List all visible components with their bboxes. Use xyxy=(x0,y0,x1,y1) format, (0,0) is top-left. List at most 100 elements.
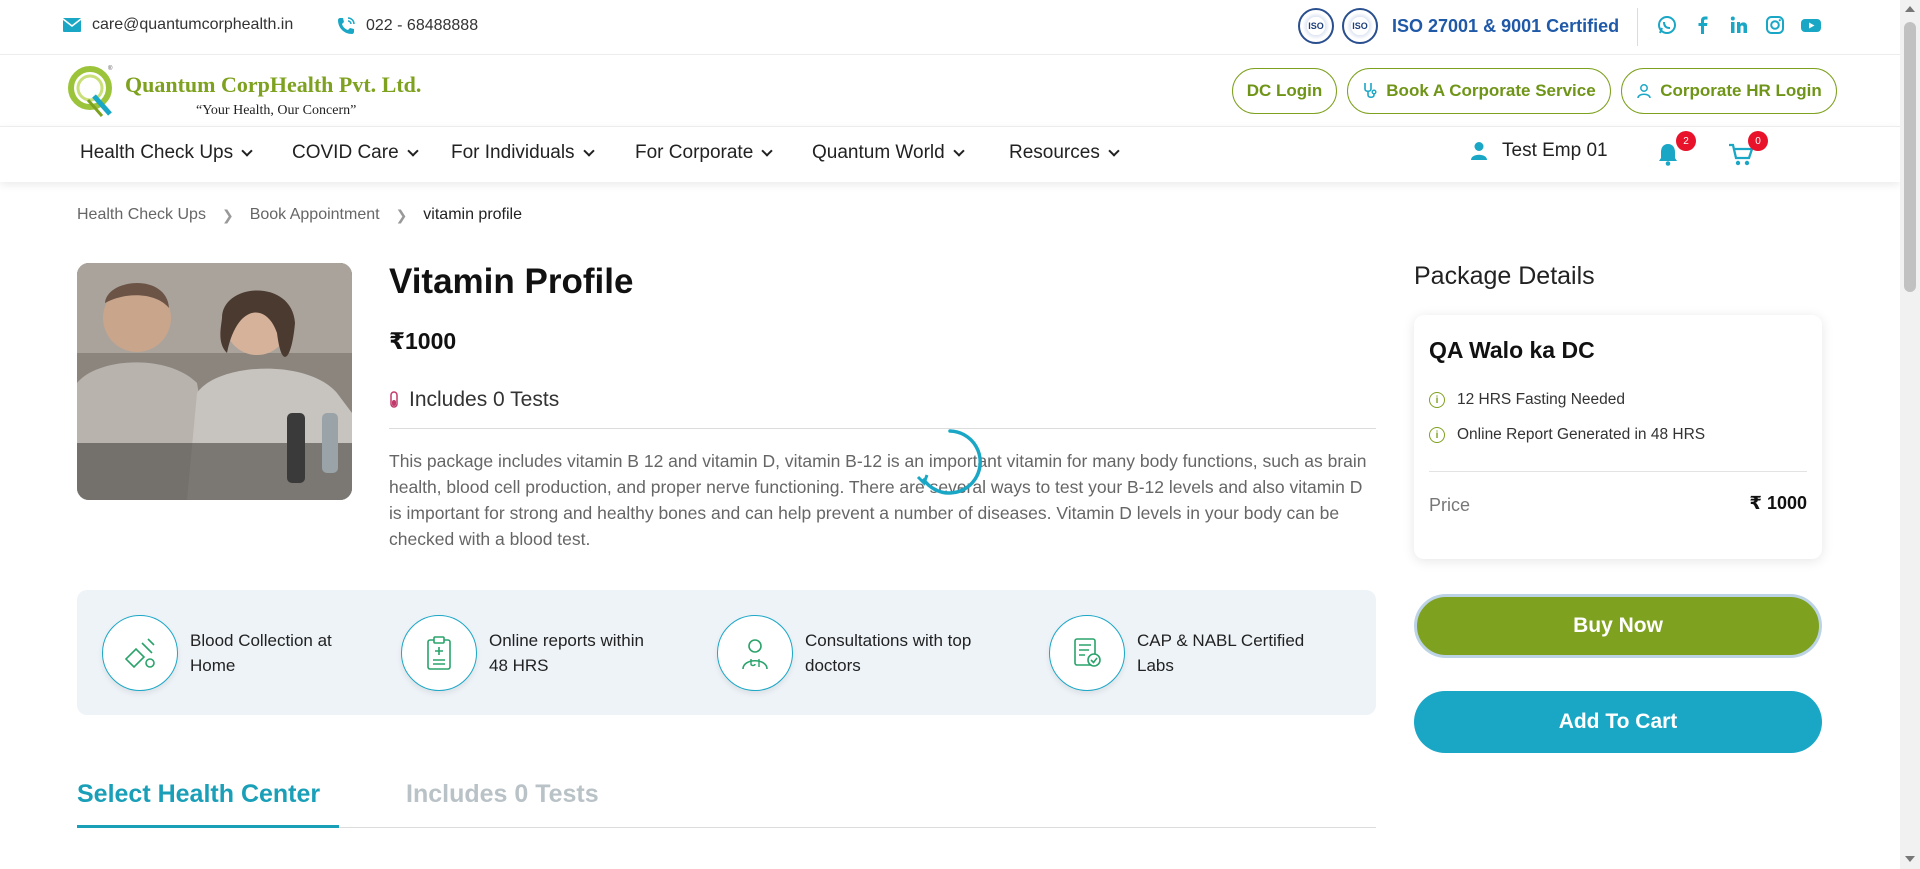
user-outline-icon xyxy=(1637,84,1651,99)
health-center-name: QA Walo ka DC xyxy=(1429,337,1595,363)
iso-certification: ISO ISO ISO 27001 & 9001 Certified xyxy=(1298,8,1619,44)
brand-header: ® Quantum CorpHealth Pvt. Ltd. “Your Hea… xyxy=(0,56,1900,126)
info-text: 12 HRS Fasting Needed xyxy=(1457,391,1626,408)
email-text: care@quantumcorphealth.in xyxy=(92,16,294,33)
feature-consultations: Consultations with top doctors xyxy=(717,615,980,691)
linkedin-icon[interactable] xyxy=(1728,14,1750,36)
package-image xyxy=(77,263,352,500)
feature-label: CAP & NABL Certified Labs xyxy=(1137,631,1305,675)
phone-text: 022 - 68488888 xyxy=(366,17,479,34)
nav-quantum-world[interactable]: Quantum World xyxy=(812,142,965,164)
scroll-up-arrow-icon[interactable] xyxy=(1905,6,1915,12)
chevron-down-icon xyxy=(1108,145,1120,157)
facebook-icon[interactable] xyxy=(1692,14,1714,36)
chevron-right-icon: ❯ xyxy=(221,206,234,223)
breadcrumb-current: vitamin profile xyxy=(423,206,522,223)
iso-badge-icon: ISO xyxy=(1298,8,1334,44)
user-menu[interactable]: Test Emp 01 xyxy=(1470,140,1608,162)
package-details-heading: Package Details xyxy=(1414,262,1595,290)
nav-label: COVID Care xyxy=(292,142,399,163)
certificate-icon xyxy=(1049,615,1125,691)
breadcrumb: Health Check Ups ❯ Book Appointment ❯ vi… xyxy=(77,206,522,224)
user-icon xyxy=(1471,142,1487,160)
notifications-button[interactable]: 2 xyxy=(1656,131,1696,169)
nav-covid-care[interactable]: COVID Care xyxy=(292,142,419,164)
logo-icon[interactable]: ® xyxy=(66,62,118,118)
nav-health-check-ups[interactable]: Health Check Ups xyxy=(80,142,253,164)
chevron-down-icon xyxy=(406,145,419,157)
instagram-icon[interactable] xyxy=(1764,14,1786,36)
chevron-down-icon xyxy=(761,145,773,157)
add-to-cart-button[interactable]: Add To Cart xyxy=(1414,691,1822,753)
divider xyxy=(1429,471,1807,472)
feature-label: Consultations with top doctors xyxy=(805,631,972,675)
corporate-hr-login-label: Corporate HR Login xyxy=(1660,81,1822,100)
nav-label: Resources xyxy=(1009,142,1100,163)
info-text: Online Report Generated in 48 HRS xyxy=(1457,426,1706,443)
feature-online-reports: Online reports within 48 HRS xyxy=(401,615,664,691)
brand-name[interactable]: Quantum CorpHealth Pvt. Ltd. xyxy=(125,72,421,98)
scroll-down-arrow-icon[interactable] xyxy=(1905,856,1915,862)
fasting-info: i 12 HRS Fasting Needed xyxy=(1429,391,1625,409)
chevron-right-icon: ❯ xyxy=(395,206,408,223)
package-price: ₹1000 xyxy=(389,328,457,354)
breadcrumb-health-check-ups[interactable]: Health Check Ups xyxy=(77,206,206,224)
top-contact-bar: care@quantumcorphealth.in 022 - 68488888… xyxy=(0,0,1900,55)
feature-blood-collection: Blood Collection at Home xyxy=(102,615,365,691)
nav-resources[interactable]: Resources xyxy=(1009,142,1120,164)
nav-label: Quantum World xyxy=(812,142,945,163)
divider xyxy=(1637,8,1638,46)
nav-for-individuals[interactable]: For Individuals xyxy=(451,142,595,164)
dc-login-label: DC Login xyxy=(1246,81,1323,100)
active-tab-indicator xyxy=(77,825,339,828)
stethoscope-icon xyxy=(1364,83,1377,99)
book-corporate-service-label: Book A Corporate Service xyxy=(1386,81,1596,100)
cart-button[interactable]: 0 xyxy=(1728,131,1768,169)
buy-now-button[interactable]: Buy Now xyxy=(1414,594,1822,658)
phone-icon xyxy=(338,17,355,34)
includes-tests-label: Includes 0 Tests xyxy=(389,388,559,412)
feature-label: Blood Collection at Home xyxy=(190,631,332,675)
price-value: ₹ 1000 xyxy=(1749,493,1807,513)
features-strip: Blood Collection at Home Online reports … xyxy=(77,590,1376,715)
user-name: Test Emp 01 xyxy=(1502,140,1608,161)
nav-label: For Individuals xyxy=(451,142,575,163)
info-icon: i xyxy=(1429,427,1445,443)
iso-text: ISO 27001 & 9001 Certified xyxy=(1392,15,1620,36)
price-label: Price xyxy=(1429,495,1471,515)
iso-badge-icon: ISO xyxy=(1342,8,1378,44)
feature-certified-labs: CAP & NABL Certified Labs xyxy=(1049,615,1312,691)
brand-tagline: “Your Health, Our Concern” xyxy=(196,103,357,118)
dc-login-button[interactable]: DC Login xyxy=(1232,68,1337,114)
loading-spinner-icon xyxy=(916,429,982,495)
chevron-down-icon xyxy=(953,145,965,157)
tab-select-health-center[interactable]: Select Health Center xyxy=(77,780,320,809)
corporate-hr-login-button[interactable]: Corporate HR Login xyxy=(1621,68,1837,114)
social-links xyxy=(1656,14,1822,36)
blood-collection-icon xyxy=(102,615,178,691)
scrollbar-thumb[interactable] xyxy=(1904,22,1916,292)
email-contact[interactable]: care@quantumcorphealth.in xyxy=(62,16,293,34)
book-corporate-service-button[interactable]: Book A Corporate Service xyxy=(1347,68,1611,114)
main-navigation: Health Check Ups COVID Care For Individu… xyxy=(0,126,1900,182)
info-icon: i xyxy=(1429,392,1445,408)
nav-label: Health Check Ups xyxy=(80,142,234,163)
package-description: This package includes vitamin B 12 and v… xyxy=(389,451,1367,549)
tab-includes-tests[interactable]: Includes 0 Tests xyxy=(406,780,599,809)
svg-text:®: ® xyxy=(108,65,113,72)
chevron-down-icon xyxy=(241,145,253,157)
nav-label: For Corporate xyxy=(635,142,754,163)
youtube-icon[interactable] xyxy=(1800,14,1822,36)
feature-label: Online reports within 48 HRS xyxy=(489,631,644,675)
whatsapp-icon[interactable] xyxy=(1656,14,1678,36)
breadcrumb-book-appointment[interactable]: Book Appointment xyxy=(250,206,380,224)
phone-contact[interactable]: 022 - 68488888 xyxy=(336,16,478,36)
includes-tests-text: Includes 0 Tests xyxy=(409,388,560,411)
divider xyxy=(389,428,1376,429)
test-tube-icon xyxy=(390,391,398,408)
report-info: i Online Report Generated in 48 HRS xyxy=(1429,426,1705,444)
notification-count-badge: 2 xyxy=(1676,131,1696,151)
cart-count-badge: 0 xyxy=(1748,131,1768,151)
nav-for-corporate[interactable]: For Corporate xyxy=(635,142,773,164)
package-details-card: QA Walo ka DC i 12 HRS Fasting Needed i … xyxy=(1414,315,1822,559)
